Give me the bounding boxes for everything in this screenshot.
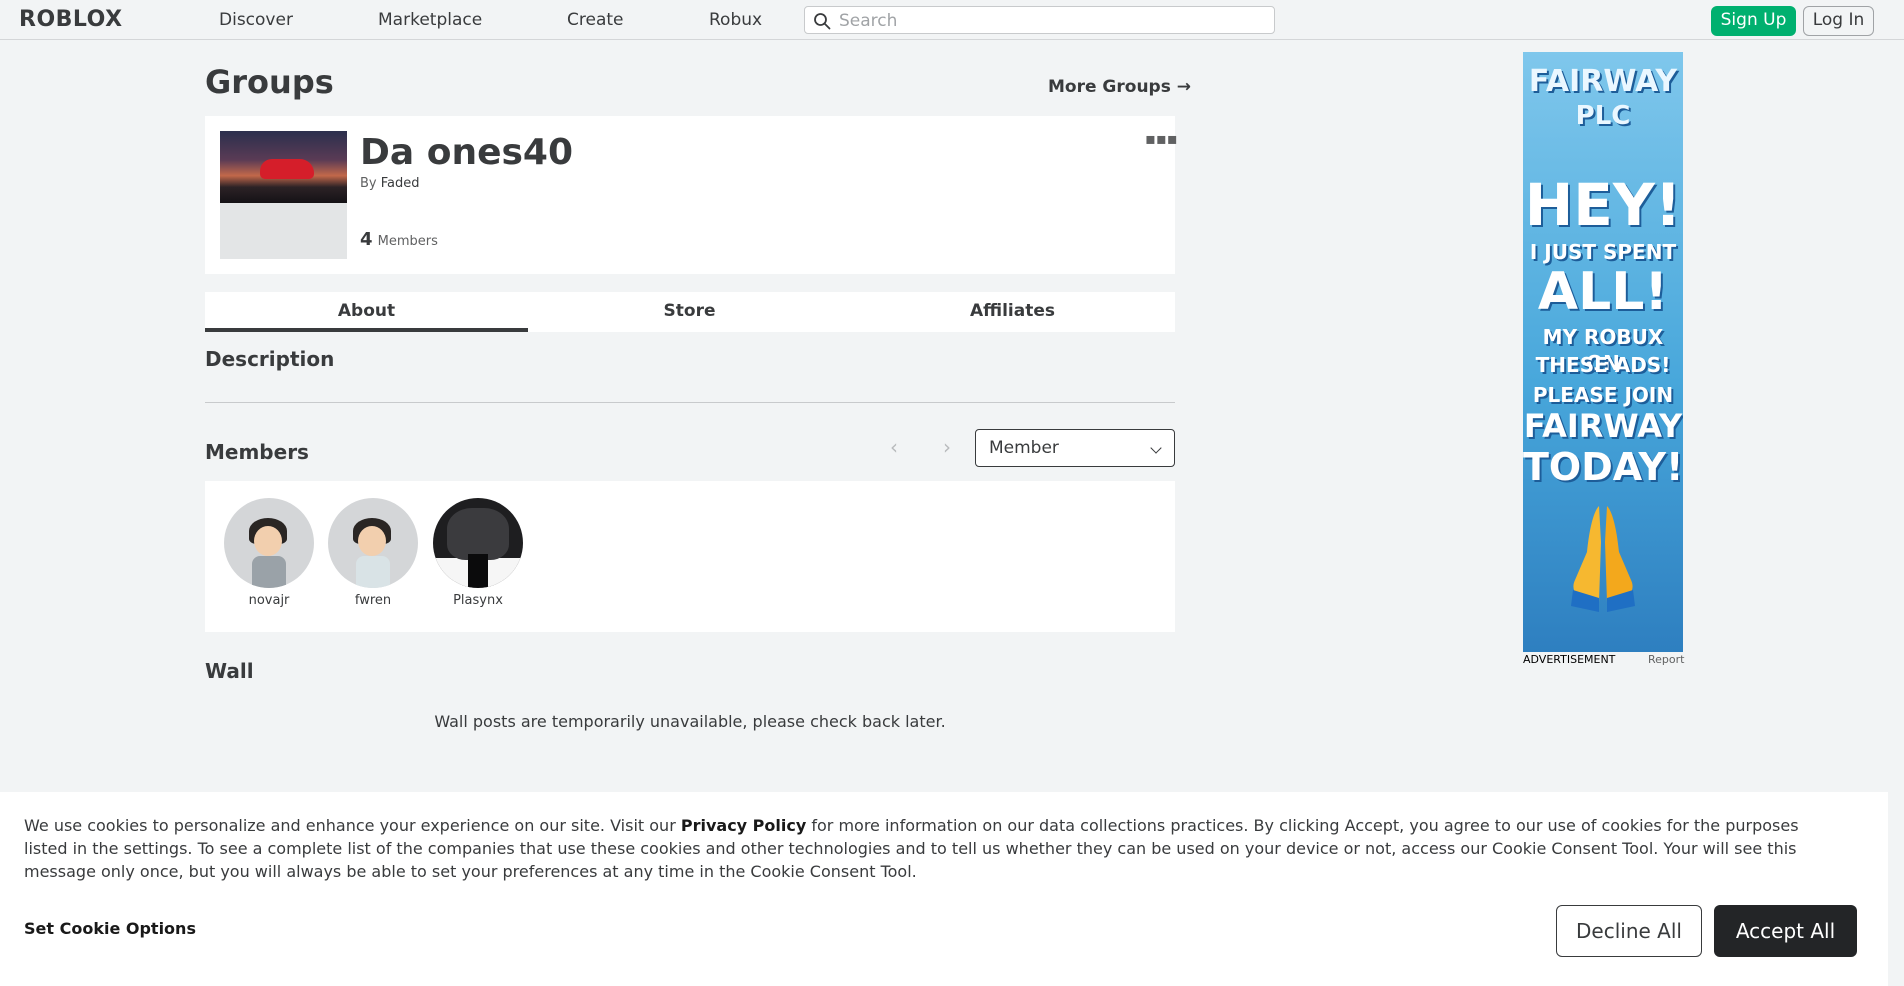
nav-discover[interactable]: Discover xyxy=(219,10,293,30)
member-name[interactable]: novajr xyxy=(223,593,315,609)
member-count-label: Members xyxy=(377,234,438,249)
description-heading: Description xyxy=(205,347,335,371)
group-owner-line: By Faded xyxy=(360,176,420,192)
decline-all-button[interactable]: Decline All xyxy=(1556,905,1702,957)
wall-unavailable-message: Wall posts are temporarily unavailable, … xyxy=(434,712,946,731)
avatar-head xyxy=(358,526,386,556)
search-placeholder: Search xyxy=(839,11,898,31)
group-owner-link[interactable]: Faded xyxy=(381,176,420,191)
members-list: novajr fwren Plasynx xyxy=(205,481,1175,632)
member-card[interactable]: fwren xyxy=(327,498,419,609)
avatar-body xyxy=(252,556,286,588)
member-card[interactable]: Plasynx xyxy=(432,498,524,609)
tab-affiliates[interactable]: Affiliates xyxy=(851,292,1174,332)
ad-text: HEY! xyxy=(1524,171,1682,239)
ad-text: ALL! xyxy=(1537,262,1669,322)
avatar[interactable] xyxy=(328,498,418,588)
advertisement-banner[interactable]: FAIRWAY PLC HEY! I JUST SPENT ALL! MY RO… xyxy=(1523,52,1683,652)
avatar[interactable] xyxy=(224,498,314,588)
page-title: Groups xyxy=(205,63,334,101)
by-prefix: By xyxy=(360,176,377,191)
tab-about[interactable]: About xyxy=(205,292,528,332)
member-card[interactable]: novajr xyxy=(223,498,315,609)
nav-robux[interactable]: Robux xyxy=(709,10,762,30)
member-count-number: 4 xyxy=(360,229,373,250)
section-divider xyxy=(205,402,1175,403)
nav-create[interactable]: Create xyxy=(567,10,624,30)
nav-marketplace[interactable]: Marketplace xyxy=(378,10,482,30)
member-count: 4 Members xyxy=(360,230,438,252)
ad-brand: FAIRWAY xyxy=(1528,64,1678,99)
avatar-head xyxy=(254,526,282,556)
ad-text: THESE ADS! xyxy=(1535,353,1671,377)
ad-label: ADVERTISEMENT xyxy=(1523,653,1616,666)
ad-text: PLEASE JOIN xyxy=(1532,383,1674,407)
ad-brand-sub: PLC xyxy=(1575,101,1631,131)
log-in-button[interactable]: Log In xyxy=(1803,6,1874,36)
top-nav-bar: ROBLOX Discover Marketplace Create Robux… xyxy=(0,0,1904,40)
cookie-consent-banner: We use cookies to personalize and enhanc… xyxy=(0,792,1888,986)
prev-page-icon[interactable]: ‹ xyxy=(890,437,898,457)
praying-hands-icon xyxy=(1571,506,1635,612)
ad-text: FAIRWAY xyxy=(1523,407,1683,445)
sign-up-button[interactable]: Sign Up xyxy=(1711,6,1796,36)
next-page-icon[interactable]: › xyxy=(943,437,951,457)
member-name[interactable]: fwren xyxy=(327,593,419,609)
ad-text: I JUST SPENT xyxy=(1529,240,1677,264)
role-dropdown[interactable]: Member xyxy=(975,429,1175,467)
ad-report-link[interactable]: Report xyxy=(1648,654,1684,666)
avatar[interactable] xyxy=(433,498,523,588)
members-heading: Members xyxy=(205,440,309,464)
member-name[interactable]: Plasynx xyxy=(432,593,524,609)
role-dropdown-value: Member xyxy=(989,438,1059,458)
avatar-head xyxy=(447,508,509,560)
cookie-text-before: We use cookies to personalize and enhanc… xyxy=(24,816,681,835)
avatar-body xyxy=(468,554,488,588)
emblem-photo xyxy=(220,131,347,203)
more-options-icon[interactable]: ▪▪▪ xyxy=(1145,131,1178,147)
privacy-policy-link[interactable]: Privacy Policy xyxy=(681,816,806,835)
cookie-text: We use cookies to personalize and enhanc… xyxy=(24,814,1844,883)
group-header-card: Da ones40 By Faded 4 Members ▪▪▪ xyxy=(205,116,1178,274)
group-emblem xyxy=(220,131,347,259)
tab-store[interactable]: Store xyxy=(528,292,851,332)
set-cookie-options-link[interactable]: Set Cookie Options xyxy=(24,919,196,939)
group-name: Da ones40 xyxy=(360,132,574,173)
search-input[interactable]: Search xyxy=(804,6,1275,34)
ad-text: TODAY! xyxy=(1523,445,1683,489)
accept-all-button[interactable]: Accept All xyxy=(1714,905,1857,957)
search-icon xyxy=(814,13,831,30)
group-tabs: About Store Affiliates xyxy=(205,292,1175,332)
avatar-body xyxy=(356,556,390,588)
roblox-logo[interactable]: ROBLOX xyxy=(19,8,123,32)
more-groups-link[interactable]: More Groups → xyxy=(1048,77,1191,97)
car-image xyxy=(260,159,314,179)
wall-heading: Wall xyxy=(205,659,254,683)
chevron-down-icon xyxy=(1150,442,1162,454)
